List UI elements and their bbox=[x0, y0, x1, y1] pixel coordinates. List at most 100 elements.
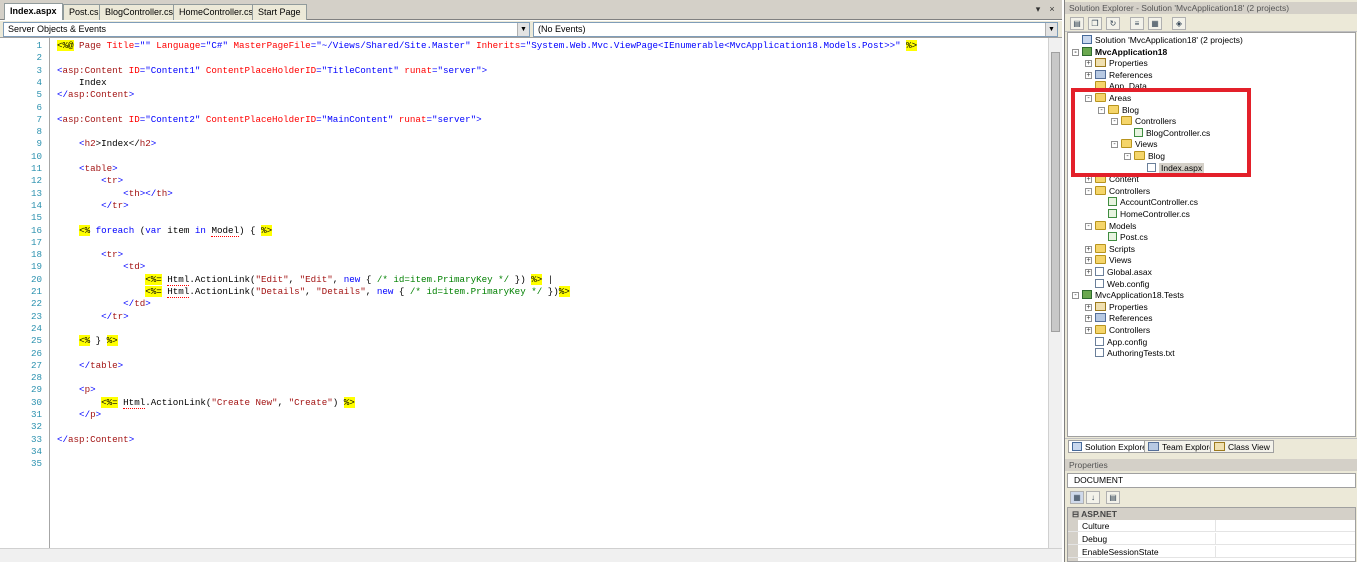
tree-item[interactable]: Post.cs bbox=[1098, 232, 1148, 243]
code-line[interactable]: 23 </tr> bbox=[0, 311, 1040, 323]
code-line[interactable]: 34 bbox=[0, 446, 1040, 458]
expand-icon[interactable]: + bbox=[1085, 269, 1092, 276]
chevron-down-icon[interactable]: ▼ bbox=[517, 23, 529, 36]
property-row[interactable]: EnableSessionState bbox=[1068, 546, 1355, 558]
alphabetical-icon[interactable]: ↓ bbox=[1086, 491, 1100, 504]
property-pages-icon[interactable]: ▤ bbox=[1106, 491, 1120, 504]
show-all-files-icon[interactable]: ❐ bbox=[1088, 17, 1102, 30]
tab-blog-controller[interactable]: BlogController.cs bbox=[99, 4, 180, 20]
expand-icon[interactable]: + bbox=[1085, 71, 1092, 79]
objects-combo[interactable]: Server Objects & Events ▼ bbox=[3, 22, 530, 37]
code-line[interactable]: 28 bbox=[0, 372, 1040, 384]
code-line[interactable]: 9 <h2>Index</h2> bbox=[0, 138, 1040, 150]
tree-item[interactable]: HomeController.cs bbox=[1098, 209, 1190, 220]
code-line[interactable]: 11 <table> bbox=[0, 163, 1040, 175]
code-line[interactable]: 12 <tr> bbox=[0, 175, 1040, 187]
code-line[interactable]: 35 bbox=[0, 458, 1040, 470]
collapse-icon[interactable]: ⊟ bbox=[1072, 509, 1081, 519]
expand-icon[interactable]: + bbox=[1085, 315, 1092, 323]
chevron-down-icon[interactable]: ▼ bbox=[1045, 23, 1057, 36]
scroll-thumb[interactable] bbox=[1051, 52, 1060, 332]
tab-home-controller[interactable]: HomeController.cs bbox=[173, 4, 260, 20]
code-line[interactable]: 21 <%= Html.ActionLink("Details", "Detai… bbox=[0, 286, 1040, 298]
collapse-icon[interactable]: - bbox=[1085, 187, 1092, 195]
close-document-icon[interactable]: × bbox=[1046, 4, 1058, 16]
tree-item[interactable]: + References bbox=[1085, 69, 1152, 81]
properties-object-selector[interactable]: DOCUMENT bbox=[1067, 473, 1356, 488]
code-line[interactable]: 16 <% foreach (var item in Model) { %> bbox=[0, 224, 1040, 237]
code-line[interactable]: 2 bbox=[0, 52, 1040, 64]
code-line[interactable]: 15 bbox=[0, 212, 1040, 224]
code-line[interactable]: 29 <p> bbox=[0, 384, 1040, 396]
code-line[interactable]: 22 </td> bbox=[0, 298, 1040, 310]
collapse-icon[interactable]: - bbox=[1072, 48, 1079, 56]
code-line[interactable]: 7 <asp:Content ID="Content2" ContentPlace… bbox=[0, 114, 1040, 126]
code-line[interactable]: 30 <%= Html.ActionLink("Create New", "Cr… bbox=[0, 396, 1040, 409]
categorized-icon[interactable]: ▦ bbox=[1070, 491, 1084, 504]
tree-item[interactable]: + Scripts bbox=[1085, 243, 1135, 255]
code-line[interactable]: 19 <td> bbox=[0, 261, 1040, 273]
code-line[interactable]: 14 </tr> bbox=[0, 200, 1040, 212]
code-line[interactable]: 20 <%= Html.ActionLink("Edit", "Edit", n… bbox=[0, 273, 1040, 286]
expand-icon[interactable]: + bbox=[1085, 176, 1092, 184]
code-line[interactable]: 1 <%@ Page Title="" Language="C#" MasterP… bbox=[0, 40, 1040, 52]
collapse-icon[interactable]: - bbox=[1072, 292, 1079, 300]
tree-item[interactable]: - MvcApplication18.Tests bbox=[1072, 290, 1184, 301]
events-combo[interactable]: (No Events) ▼ bbox=[533, 22, 1058, 37]
code-line[interactable]: 31 </p> bbox=[0, 409, 1040, 421]
code-line[interactable]: 25 <% } %> bbox=[0, 335, 1040, 347]
property-grid[interactable]: ⊟ ASP.NET Culture Debug EnableSessionSta… bbox=[1067, 507, 1356, 562]
properties-icon[interactable]: ▤ bbox=[1070, 17, 1084, 30]
tab-solution-explorer[interactable]: Solution Explorer bbox=[1068, 440, 1154, 453]
tab-start-page[interactable]: Start Page bbox=[252, 4, 307, 20]
view-code-icon[interactable]: ≡ bbox=[1130, 17, 1144, 30]
property-category[interactable]: ⊟ ASP.NET bbox=[1068, 508, 1355, 520]
tree-item[interactable]: + Views bbox=[1085, 255, 1132, 266]
code-line[interactable]: 5 </asp:Content> bbox=[0, 89, 1040, 101]
tree-item[interactable]: - Controllers bbox=[1085, 185, 1150, 197]
code-text-area[interactable]: 1 <%@ Page Title="" Language="C#" MasterP… bbox=[0, 38, 1048, 548]
view-designer-icon[interactable]: ▦ bbox=[1148, 17, 1162, 30]
code-line[interactable]: 3 <asp:Content ID="Content1" ContentPlace… bbox=[0, 65, 1040, 77]
code-line[interactable]: 4 Index bbox=[0, 77, 1040, 89]
tab-class-view[interactable]: Class View bbox=[1210, 440, 1274, 453]
tab-index-aspx[interactable]: Index.aspx bbox=[4, 3, 63, 20]
prop-icon bbox=[1095, 301, 1106, 311]
property-row[interactable]: Culture bbox=[1068, 520, 1355, 532]
code-line[interactable]: 27 </table> bbox=[0, 360, 1040, 372]
window-position-icon[interactable]: ▾ bbox=[1032, 4, 1044, 16]
expand-icon[interactable]: + bbox=[1085, 327, 1092, 334]
tree-item[interactable]: AuthoringTests.txt bbox=[1085, 348, 1175, 359]
code-line[interactable]: 18 <tr> bbox=[0, 249, 1040, 261]
tree-item[interactable]: Web.config bbox=[1085, 278, 1149, 290]
refresh-icon[interactable]: ↻ bbox=[1106, 17, 1120, 30]
code-line[interactable]: 13 <th></th> bbox=[0, 188, 1040, 200]
expand-icon[interactable]: + bbox=[1085, 245, 1092, 253]
code-line[interactable]: 26 bbox=[0, 348, 1040, 360]
code-line[interactable]: 17 bbox=[0, 237, 1040, 249]
tree-item[interactable]: + Properties bbox=[1085, 301, 1148, 313]
expand-icon[interactable]: + bbox=[1085, 257, 1092, 265]
vertical-scrollbar[interactable] bbox=[1048, 38, 1062, 548]
tree-item[interactable]: + Global.asax bbox=[1085, 267, 1152, 278]
tree-item[interactable]: Solution 'MvcApplication18' (2 projects) bbox=[1072, 35, 1243, 46]
class-diagram-icon[interactable]: ◈ bbox=[1172, 17, 1186, 30]
code-line[interactable]: 6 bbox=[0, 102, 1040, 114]
tree-item[interactable]: + Controllers bbox=[1085, 325, 1150, 336]
tree-item[interactable]: AccountController.cs bbox=[1098, 197, 1198, 208]
tree-item[interactable]: + Properties bbox=[1085, 58, 1148, 69]
code-line[interactable]: 10 bbox=[0, 151, 1040, 163]
code-line[interactable]: 24 bbox=[0, 323, 1040, 335]
tree-item[interactable]: - MvcApplication18 bbox=[1072, 46, 1167, 58]
code-line[interactable]: 8 bbox=[0, 126, 1040, 138]
horizontal-scrollbar[interactable] bbox=[0, 548, 1062, 562]
tree-item[interactable]: - Models bbox=[1085, 220, 1136, 232]
collapse-icon[interactable]: - bbox=[1085, 222, 1092, 230]
tree-item[interactable]: + References bbox=[1085, 313, 1152, 324]
code-line[interactable]: 32 bbox=[0, 421, 1040, 433]
expand-icon[interactable]: + bbox=[1085, 60, 1092, 68]
tree-item[interactable]: App.config bbox=[1085, 336, 1147, 348]
expand-icon[interactable]: + bbox=[1085, 303, 1092, 311]
property-row[interactable]: Debug bbox=[1068, 533, 1355, 545]
code-line[interactable]: 33 </asp:Content> bbox=[0, 434, 1040, 446]
